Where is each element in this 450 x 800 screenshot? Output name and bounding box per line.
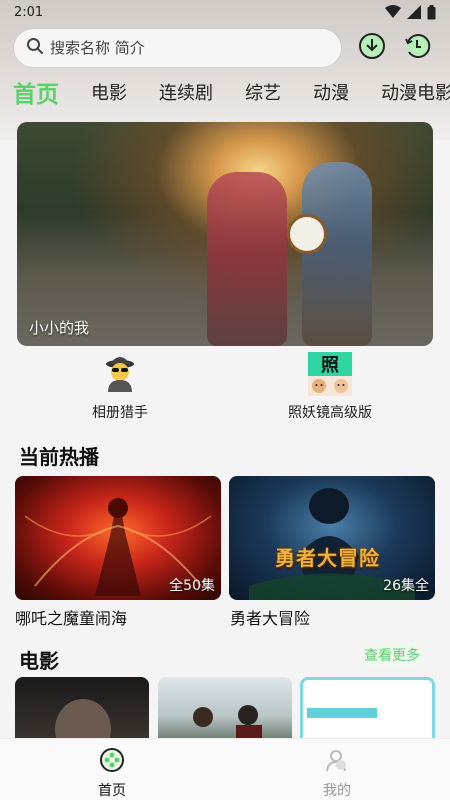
tab-anime-movies[interactable]: 动漫电影 xyxy=(381,79,450,105)
signal-icon xyxy=(407,5,421,19)
quick-link-label: 相册猎手 xyxy=(92,405,148,421)
home-reel-icon xyxy=(99,747,125,777)
download-button[interactable] xyxy=(355,31,389,65)
hot-card-title[interactable]: 勇者大冒险 xyxy=(230,605,310,629)
mirror-app-icon: 照 xyxy=(308,352,352,396)
view-more-button[interactable]: 查看更多 xyxy=(360,641,424,669)
episode-badge: 26集全 xyxy=(383,578,429,594)
tab-anime[interactable]: 动漫 xyxy=(313,79,349,105)
hot-card-title[interactable]: 哪吒之魔童闹海 xyxy=(15,605,127,629)
battery-icon xyxy=(427,4,436,20)
download-icon xyxy=(358,32,386,64)
wifi-icon xyxy=(385,5,401,19)
spy-icon xyxy=(100,352,140,396)
search-icon xyxy=(26,37,44,59)
status-time: 2:01 xyxy=(14,4,44,20)
mirror-icon-text: 照 xyxy=(308,352,352,376)
hot-card-nezha[interactable]: 全50集 xyxy=(15,476,221,600)
banner-title: 小小的我 xyxy=(29,319,90,337)
nav-label: 我的 xyxy=(323,783,351,799)
banner-figure xyxy=(207,172,287,346)
section-title-movies: 电影 xyxy=(19,649,59,673)
quick-link-album-hunter[interactable]: 相册猎手 xyxy=(60,352,180,422)
poster-logo-text: 勇者大冒险 xyxy=(275,546,380,570)
bottom-navigation: 首页 我的 xyxy=(0,738,450,800)
nav-profile[interactable]: 我的 xyxy=(297,747,377,800)
nav-home[interactable]: 首页 xyxy=(72,747,152,800)
tab-series[interactable]: 连续剧 xyxy=(159,79,213,105)
tab-movies[interactable]: 电影 xyxy=(91,79,127,105)
movie-card[interactable] xyxy=(300,677,435,741)
banner-figure xyxy=(302,162,372,346)
section-title-hot: 当前热播 xyxy=(19,445,99,469)
movie-card[interactable] xyxy=(15,677,149,741)
tab-home[interactable]: 首页 xyxy=(13,75,59,109)
nav-label: 首页 xyxy=(98,783,126,799)
movie-card[interactable] xyxy=(158,677,292,741)
featured-banner[interactable]: 小小的我 xyxy=(17,122,433,346)
search-bar[interactable] xyxy=(14,29,341,67)
banner-drum xyxy=(287,214,327,254)
quick-link-label: 照妖镜高级版 xyxy=(288,405,372,421)
history-button[interactable] xyxy=(400,31,434,65)
profile-icon xyxy=(324,747,350,777)
quick-link-mirror[interactable]: 照 照妖镜高级版 xyxy=(270,352,390,422)
status-bar: 2:01 xyxy=(0,0,450,24)
episode-badge: 全50集 xyxy=(169,578,215,594)
search-input[interactable] xyxy=(50,39,320,57)
category-tabs: 首页 电影 连续剧 综艺 动漫 动漫电影 xyxy=(0,74,450,110)
tab-variety[interactable]: 综艺 xyxy=(245,79,281,105)
history-icon xyxy=(403,32,431,64)
hot-card-brave[interactable]: 勇者大冒险 26集全 xyxy=(229,476,435,600)
